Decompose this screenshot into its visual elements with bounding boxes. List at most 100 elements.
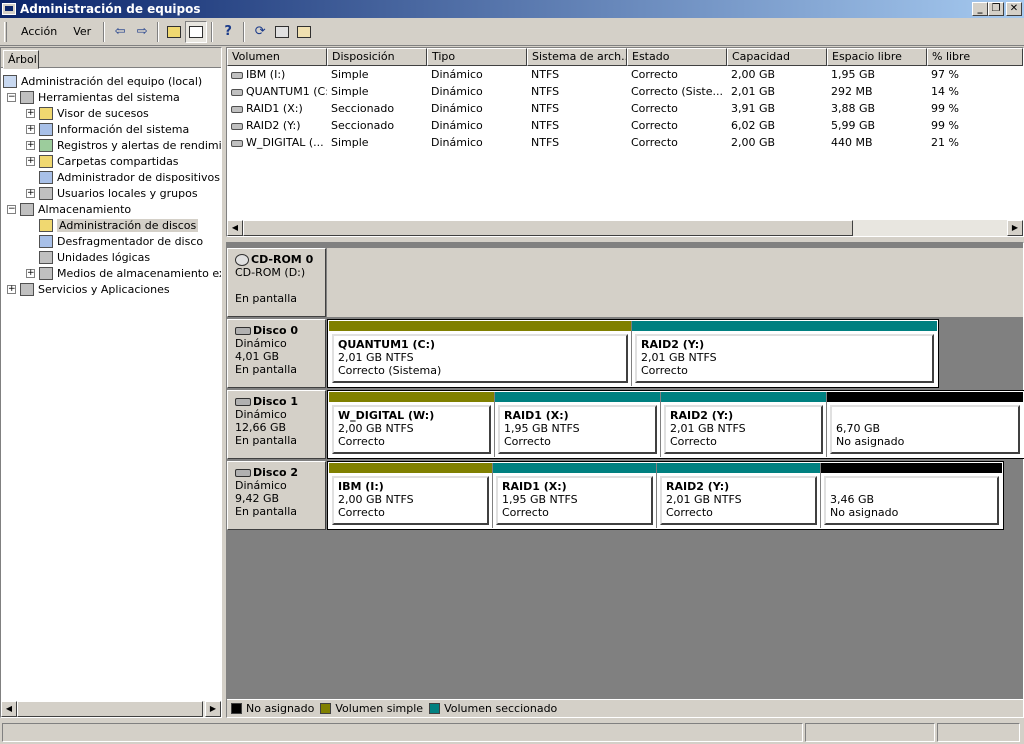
- expand-icon[interactable]: +: [26, 156, 35, 166]
- console-tree: Administración del equipo (local) − Herra…: [1, 68, 221, 698]
- volume-row[interactable]: W_DIGITAL (... Simple Dinámico NTFS Correcto…: [227, 134, 1023, 151]
- partition[interactable]: QUANTUM1 (C:) 2,01 GB NTFS Correcto (Sis…: [329, 321, 632, 386]
- partition[interactable]: W_DIGITAL (W:) 2,00 GB NTFS Correcto: [329, 392, 495, 457]
- forward-arrow-icon[interactable]: ⇨: [131, 21, 153, 43]
- menu-accion[interactable]: Acción: [13, 25, 65, 38]
- column-header-porcentaje-libre[interactable]: % libre: [927, 48, 1023, 66]
- partition[interactable]: IBM (I:) 2,00 GB NTFS Correcto: [329, 463, 493, 528]
- expand-icon[interactable]: +: [26, 124, 35, 134]
- tree-node-root[interactable]: Administración del equipo (local): [3, 73, 202, 89]
- partition-status: Correcto: [504, 435, 551, 448]
- tree-node-disk-management[interactable]: Administración de discos: [39, 217, 199, 233]
- partition-info: IBM (I:) 2,00 GB NTFS Correcto: [332, 476, 489, 525]
- scroll-right-icon[interactable]: ▶: [205, 701, 221, 717]
- disk-label[interactable]: CD-ROM 0 CD-ROM (D:) En pantalla: [227, 248, 326, 317]
- volume-cell-text: 3,88 GB: [831, 102, 876, 115]
- tree-node-system-tools[interactable]: − Herramientas del sistema: [7, 89, 180, 105]
- volume-cell: Dinámico: [427, 119, 527, 132]
- legend-swatch: [429, 703, 441, 714]
- collapse-icon[interactable]: −: [7, 92, 16, 102]
- volume-cell: 1,95 GB: [827, 68, 927, 81]
- tree-node-storage[interactable]: − Almacenamiento: [7, 201, 131, 217]
- column-header-sistema-archivos[interactable]: Sistema de arch...: [527, 48, 627, 66]
- volume-icon: [231, 88, 243, 96]
- tree-node-logical-drives[interactable]: Unidades lógicas: [39, 249, 150, 265]
- scroll-right-icon[interactable]: ▶: [1007, 220, 1023, 236]
- tree-node-services-apps[interactable]: + Servicios y Aplicaciones: [7, 281, 170, 297]
- tree-horizontal-scrollbar[interactable]: ◀ ▶: [1, 701, 221, 717]
- export-list-icon[interactable]: [293, 21, 315, 43]
- volume-row[interactable]: IBM (I:) Simple Dinámico NTFS Correcto 2,00 G…: [227, 66, 1023, 83]
- window-controls: _ ❐ ✕: [972, 2, 1022, 16]
- tree-node-local-users[interactable]: + Usuarios locales y grupos: [26, 185, 198, 201]
- volume-cell-text: Correcto: [631, 136, 678, 149]
- volume-cell: Correcto: [627, 136, 727, 149]
- device-manager-icon: [39, 170, 53, 184]
- volume-row[interactable]: RAID1 (X:) Seccionado Dinámico NTFS Correcto…: [227, 100, 1023, 117]
- tree-node-removable-storage[interactable]: +Medios de almacenamiento extraíbles: [26, 265, 221, 281]
- partition[interactable]: RAID2 (Y:) 2,01 GB NTFS Correcto: [657, 463, 821, 528]
- up-folder-icon[interactable]: [163, 21, 185, 43]
- partition-size: 2,01 GB NTFS: [666, 493, 742, 506]
- column-header-estado[interactable]: Estado: [627, 48, 727, 66]
- column-header-espacio-libre[interactable]: Espacio libre: [827, 48, 927, 66]
- disk-type: CD-ROM (D:): [235, 266, 306, 279]
- column-header-volumen[interactable]: Volumen: [227, 48, 327, 66]
- help-icon[interactable]: ?: [217, 21, 239, 43]
- volume-cell-text: W_DIGITAL (...: [246, 136, 324, 149]
- tree-node-system-info[interactable]: + Información del sistema: [26, 121, 189, 137]
- expand-icon[interactable]: +: [26, 108, 35, 118]
- disk-label[interactable]: Disco 0 Dinámico 4,01 GB En pantalla: [227, 319, 326, 388]
- toolbar-grip[interactable]: [4, 21, 7, 42]
- expand-icon[interactable]: +: [26, 188, 35, 198]
- partition[interactable]: RAID1 (X:) 1,95 GB NTFS Correcto: [495, 392, 661, 457]
- scroll-thumb[interactable]: [17, 701, 203, 717]
- tree-node-device-manager[interactable]: Administrador de dispositivos: [39, 169, 220, 185]
- close-button[interactable]: ✕: [1006, 2, 1022, 16]
- partition[interactable]: 6,70 GB No asignado: [827, 392, 1023, 457]
- logical-drives-icon: [39, 250, 53, 264]
- volume-list-scrollbar[interactable]: ◀ ▶: [227, 220, 1023, 236]
- tree-node-performance-logs[interactable]: +Registros y alertas de rendimiento: [26, 137, 221, 153]
- partition[interactable]: RAID1 (X:) 1,95 GB NTFS Correcto: [493, 463, 657, 528]
- volume-list: Volumen Disposición Tipo Sistema de arch…: [226, 47, 1024, 237]
- volume-cell-text: NTFS: [531, 85, 560, 98]
- status-bar: [0, 721, 1024, 744]
- tree-node-defragmenter[interactable]: Desfragmentador de disco: [39, 233, 203, 249]
- partition-info: RAID2 (Y:) 2,01 GB NTFS Correcto: [635, 334, 934, 383]
- volume-row[interactable]: RAID2 (Y:) Seccionado Dinámico NTFS Correcto…: [227, 117, 1023, 134]
- status-panel: [937, 723, 1020, 742]
- scroll-thumb[interactable]: [243, 220, 853, 236]
- expand-icon[interactable]: +: [26, 140, 35, 150]
- volume-cell: NTFS: [527, 102, 627, 115]
- cdrom-empty-area[interactable]: [327, 248, 1023, 317]
- partition[interactable]: RAID2 (Y:) 2,01 GB NTFS Correcto: [661, 392, 827, 457]
- expand-icon[interactable]: +: [26, 268, 35, 278]
- scroll-left-icon[interactable]: ◀: [227, 220, 243, 236]
- volume-list-body: IBM (I:) Simple Dinámico NTFS Correcto 2,00 G…: [227, 66, 1023, 151]
- collapse-icon[interactable]: −: [7, 204, 16, 214]
- minimize-button[interactable]: _: [972, 2, 988, 16]
- back-arrow-icon[interactable]: ⇦: [109, 21, 131, 43]
- show-tree-icon[interactable]: [185, 20, 208, 43]
- partition[interactable]: 3,46 GB No asignado: [821, 463, 1002, 528]
- column-header-capacidad[interactable]: Capacidad: [727, 48, 827, 66]
- volume-row[interactable]: QUANTUM1 (C:) Simple Dinámico NTFS Correcto …: [227, 83, 1023, 100]
- tree-node-shared-folders[interactable]: + Carpetas compartidas: [26, 153, 179, 169]
- maximize-button[interactable]: ❐: [988, 2, 1004, 16]
- partition-name: [836, 409, 1014, 422]
- menu-ver[interactable]: Ver: [65, 25, 99, 38]
- tab-arbol[interactable]: Árbol: [3, 50, 39, 69]
- partition[interactable]: RAID2 (Y:) 2,01 GB NTFS Correcto: [632, 321, 937, 386]
- properties-icon[interactable]: [271, 21, 293, 43]
- expand-icon[interactable]: +: [7, 284, 16, 294]
- scroll-left-icon[interactable]: ◀: [1, 701, 17, 717]
- column-header-disposicion[interactable]: Disposición: [327, 48, 427, 66]
- disk-label[interactable]: Disco 1 Dinámico 12,66 GB En pantalla: [227, 390, 326, 459]
- column-header-tipo[interactable]: Tipo: [427, 48, 527, 66]
- legend-label: Volumen simple: [335, 702, 424, 715]
- tree-node-event-viewer[interactable]: + Visor de sucesos: [26, 105, 149, 121]
- disk-label[interactable]: Disco 2 Dinámico 9,42 GB En pantalla: [227, 461, 326, 530]
- refresh-icon[interactable]: ⟳: [249, 21, 271, 43]
- title-bar[interactable]: Administración de equipos _ ❐ ✕: [0, 0, 1024, 18]
